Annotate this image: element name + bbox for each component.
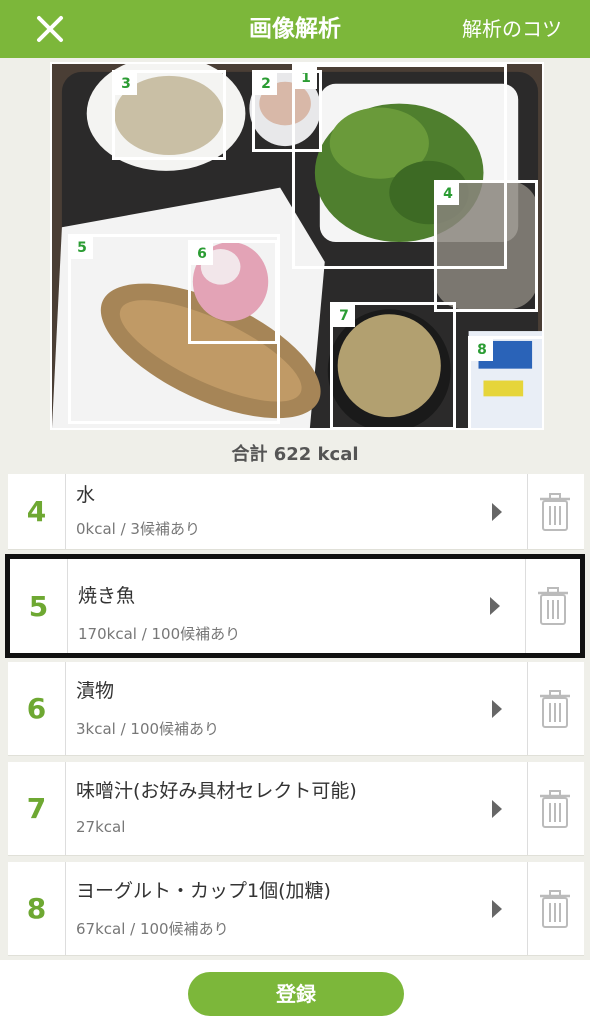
food-item-name: 焼き魚 bbox=[78, 585, 136, 607]
register-button[interactable]: 登録 bbox=[188, 972, 404, 1016]
food-bbox[interactable]: 3 bbox=[112, 70, 226, 160]
chevron-right-icon[interactable] bbox=[490, 597, 500, 615]
food-item-number: 8 bbox=[8, 862, 66, 955]
food-item-detail: 3kcal / 100候補あり bbox=[76, 720, 220, 738]
food-item-detail: 27kcal bbox=[76, 818, 126, 836]
food-item-name: 水 bbox=[76, 484, 96, 506]
food-item-row[interactable]: 4 水 0kcal / 3候補あり bbox=[8, 474, 584, 550]
food-item-row[interactable]: 8 ヨーグルト・カップ1個(加糖) 67kcal / 100候補あり bbox=[8, 862, 584, 956]
food-item-row[interactable]: 6 漬物 3kcal / 100候補あり bbox=[8, 662, 584, 756]
food-item-number: 4 bbox=[8, 474, 66, 549]
food-item-detail: 170kcal / 100候補あり bbox=[78, 625, 241, 643]
food-bbox[interactable]: 4 bbox=[434, 180, 538, 312]
food-item-detail: 0kcal / 3候補あり bbox=[76, 520, 200, 538]
food-item-number: 6 bbox=[8, 662, 66, 755]
food-bbox-number: 8 bbox=[471, 339, 493, 361]
food-bbox[interactable]: 6 bbox=[188, 240, 278, 344]
food-bbox-number: 6 bbox=[191, 243, 213, 265]
divider bbox=[525, 559, 526, 653]
meal-photo: 1 2 3 4 5 6 7 8 bbox=[50, 62, 544, 430]
food-item-row[interactable]: 5 焼き魚 170kcal / 100候補あり bbox=[5, 554, 585, 658]
food-item-name: ヨーグルト・カップ1個(加糖) bbox=[76, 880, 331, 902]
food-item-detail: 67kcal / 100候補あり bbox=[76, 920, 229, 938]
trash-icon[interactable] bbox=[538, 889, 572, 929]
food-item-row[interactable]: 7 味噌汁(お好み具材セレクト可能) 27kcal bbox=[8, 762, 584, 856]
divider bbox=[527, 662, 528, 755]
food-item-number: 5 bbox=[10, 559, 68, 653]
food-bbox[interactable]: 7 bbox=[330, 302, 456, 428]
app-header: 画像解析 解析のコツ bbox=[0, 0, 590, 58]
chevron-right-icon[interactable] bbox=[492, 502, 502, 521]
chevron-right-icon[interactable] bbox=[492, 899, 502, 918]
tips-link[interactable]: 解析のコツ bbox=[462, 0, 562, 58]
footer-bar: 登録 bbox=[0, 960, 590, 1024]
trash-icon[interactable] bbox=[536, 586, 570, 626]
food-item-name: 漬物 bbox=[76, 680, 115, 702]
food-bbox-number: 4 bbox=[437, 183, 459, 205]
food-bbox[interactable]: 8 bbox=[468, 336, 542, 428]
food-bbox-number: 3 bbox=[115, 73, 137, 95]
divider bbox=[527, 762, 528, 855]
food-bbox-number: 5 bbox=[71, 237, 93, 259]
food-item-name: 味噌汁(お好み具材セレクト可能) bbox=[76, 780, 357, 802]
chevron-right-icon[interactable] bbox=[492, 799, 502, 818]
trash-icon[interactable] bbox=[538, 789, 572, 829]
total-calories: 合計 622 kcal bbox=[231, 444, 359, 465]
food-item-number: 7 bbox=[8, 762, 66, 855]
trash-icon[interactable] bbox=[538, 492, 572, 532]
food-bbox-number: 7 bbox=[333, 305, 355, 327]
divider bbox=[527, 474, 528, 549]
food-bbox[interactable]: 2 bbox=[252, 70, 322, 152]
trash-icon[interactable] bbox=[538, 689, 572, 729]
chevron-right-icon[interactable] bbox=[492, 699, 502, 718]
divider bbox=[527, 862, 528, 955]
food-bbox-number: 2 bbox=[255, 73, 277, 95]
